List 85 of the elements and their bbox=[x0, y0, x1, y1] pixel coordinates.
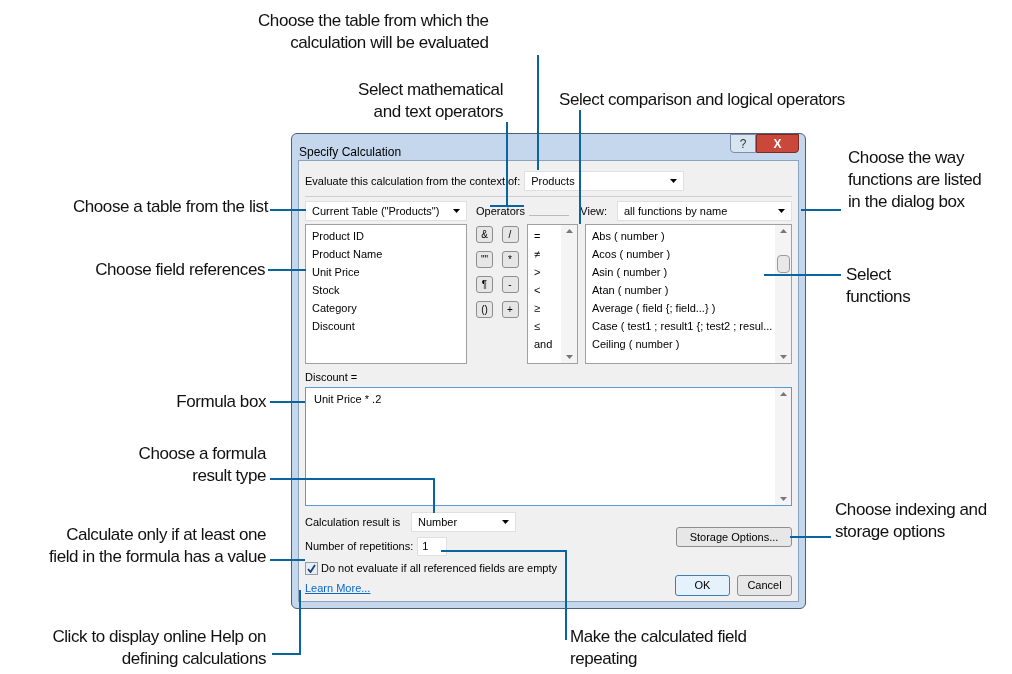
operator-item[interactable]: and bbox=[534, 337, 561, 352]
scroll-down-icon[interactable] bbox=[779, 355, 787, 359]
callout-text: Select mathematical and text operators bbox=[358, 79, 503, 123]
storage-options-button[interactable]: Storage Options... bbox=[676, 527, 792, 547]
operator-button[interactable]: - bbox=[501, 276, 519, 293]
view-dropdown[interactable]: all functions by name bbox=[617, 201, 792, 221]
callout-text: Make the calculated field repeating bbox=[570, 626, 747, 670]
callout-text: Formula box bbox=[176, 391, 266, 413]
table-dropdown[interactable]: Current Table ("Products") bbox=[305, 201, 467, 221]
leader-line bbox=[269, 209, 307, 211]
callout-text: Click to display online Help on defining calculations bbox=[52, 626, 266, 670]
view-label: View: bbox=[580, 203, 607, 219]
formula-label: Discount = bbox=[305, 370, 359, 384]
dropdown-arrow-icon bbox=[453, 209, 460, 213]
callout-text: Select functions bbox=[846, 264, 911, 308]
callout-text: Choose a formula result type bbox=[138, 443, 266, 487]
operator-button[interactable]: * bbox=[501, 251, 519, 268]
function-item[interactable]: Ceiling ( number ) bbox=[592, 337, 775, 352]
result-type-dropdown[interactable]: Number bbox=[411, 512, 516, 532]
context-dropdown[interactable]: Products bbox=[524, 171, 685, 191]
operator-item[interactable]: < bbox=[534, 283, 561, 298]
ok-button[interactable]: OK bbox=[675, 575, 730, 596]
scroll-up-icon[interactable] bbox=[779, 392, 787, 396]
leader-line bbox=[800, 209, 842, 211]
leader-line bbox=[269, 559, 306, 561]
field-item[interactable]: Product ID bbox=[312, 229, 460, 244]
formula-text: Unit Price * .2 bbox=[314, 393, 382, 405]
field-item[interactable]: Unit Price bbox=[312, 265, 460, 280]
operator-item[interactable]: ≠ bbox=[534, 247, 561, 262]
repetitions-field[interactable]: 1 bbox=[417, 536, 448, 556]
scroll-thumb[interactable] bbox=[776, 255, 790, 273]
function-item[interactable]: Abs ( number ) bbox=[592, 229, 775, 244]
learn-more-link[interactable]: Learn More... bbox=[305, 580, 558, 596]
operator-button[interactable]: () bbox=[476, 301, 493, 318]
function-item[interactable]: Average ( field {; field...} ) bbox=[592, 301, 775, 316]
operator-button[interactable]: & bbox=[476, 226, 493, 243]
function-item[interactable]: Atan ( number ) bbox=[592, 283, 775, 298]
repetitions-label: Number of repetitions: bbox=[305, 538, 414, 554]
scroll-down-icon[interactable] bbox=[565, 355, 573, 359]
operator-item[interactable]: ≤ bbox=[534, 319, 561, 334]
operator-item[interactable]: > bbox=[534, 265, 561, 280]
operator-button[interactable]: "" bbox=[476, 251, 493, 268]
operators-label: Operators bbox=[476, 203, 525, 219]
callout-text: Choose indexing and storage options bbox=[835, 499, 987, 543]
checkbox-label: Do not evaluate if all referenced fields are empty bbox=[321, 560, 558, 576]
help-button[interactable]: ? bbox=[730, 134, 756, 153]
scrollbar[interactable] bbox=[775, 388, 791, 505]
scroll-up-icon[interactable] bbox=[565, 229, 573, 233]
context-label: Evaluate this calculation from the context of: bbox=[305, 173, 521, 189]
scrollbar[interactable] bbox=[561, 225, 577, 363]
formula-box[interactable]: Unit Price * .2 bbox=[305, 387, 792, 506]
function-item[interactable]: Case ( test1 ; result1 {; test2 ; resul... bbox=[592, 319, 775, 334]
field-item[interactable]: Category bbox=[312, 301, 460, 316]
leader-line bbox=[267, 269, 307, 271]
close-button[interactable]: X bbox=[756, 134, 799, 153]
function-item[interactable]: Asin ( number ) bbox=[592, 265, 775, 280]
operator-item[interactable]: ≥ bbox=[534, 301, 561, 316]
field-item[interactable]: Stock bbox=[312, 283, 460, 298]
callout-text: Choose a table from the list bbox=[72, 196, 268, 218]
leader-line bbox=[271, 589, 301, 655]
field-item[interactable]: Product Name bbox=[312, 247, 460, 262]
cancel-button[interactable]: Cancel bbox=[737, 575, 792, 596]
operator-button[interactable]: / bbox=[501, 226, 519, 243]
callout-text: Calculate only if at least one field in the formula has a value bbox=[49, 524, 266, 568]
callout-text: Select comparison and logical operators bbox=[559, 89, 845, 111]
operator-item[interactable]: = bbox=[534, 229, 561, 244]
window-title: Specify Calculation bbox=[299, 144, 402, 161]
operator-button[interactable]: + bbox=[501, 301, 519, 318]
callout-text: Choose the way functions are listed in the dialog box bbox=[848, 147, 982, 213]
dropdown-arrow-icon bbox=[778, 209, 785, 213]
checkmark-icon bbox=[307, 563, 316, 573]
scroll-down-icon[interactable] bbox=[779, 497, 787, 501]
callout-text: Choose the table from which the calculation will be evaluated bbox=[258, 10, 489, 54]
dropdown-arrow-icon bbox=[670, 179, 678, 183]
leader-line bbox=[789, 536, 832, 538]
leader-line bbox=[269, 401, 306, 403]
function-item[interactable]: Acos ( number ) bbox=[592, 247, 775, 262]
result-label: Calculation result is bbox=[305, 514, 402, 530]
scroll-up-icon[interactable] bbox=[779, 229, 787, 233]
field-item[interactable]: Discount bbox=[312, 319, 460, 334]
scrollbar[interactable] bbox=[775, 225, 791, 363]
dropdown-arrow-icon bbox=[502, 520, 509, 524]
callout-text: Choose field references bbox=[95, 259, 265, 281]
operator-button[interactable]: ¶ bbox=[476, 276, 493, 293]
checkbox[interactable] bbox=[305, 561, 318, 575]
